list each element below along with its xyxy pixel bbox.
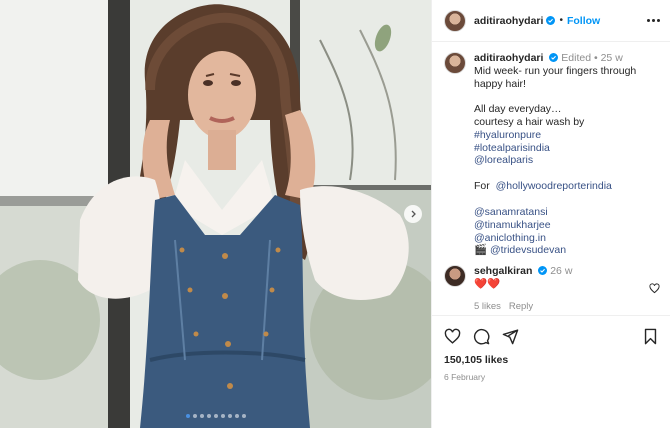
like-heart-icon[interactable] — [444, 328, 461, 345]
mention-link[interactable]: @tridevsudevan — [490, 244, 566, 256]
likes-count[interactable]: 150,105 likes — [444, 354, 658, 366]
comment-time[interactable]: 26 w — [550, 265, 572, 277]
verified-badge-icon — [538, 266, 548, 276]
instagram-post: aditiraohydari • Follow aditiraohydari E… — [0, 0, 670, 428]
post-date[interactable]: 6 February — [444, 372, 658, 382]
edited-label: Edited — [561, 52, 592, 64]
mention-link[interactable]: @aniclothing.in — [474, 232, 658, 245]
carousel-dot — [213, 414, 218, 418]
carousel-dot — [192, 414, 197, 418]
comment-text: ❤️❤️ — [474, 278, 501, 291]
comment-username[interactable]: sehgalkiran — [474, 265, 532, 277]
clapper-icon: 🎬 — [474, 244, 488, 257]
avatar[interactable] — [444, 9, 466, 32]
post-details-panel: aditiraohydari • Follow aditiraohydari E… — [431, 0, 670, 428]
post-actions: 150,105 likes 6 February — [432, 315, 670, 382]
avatar[interactable] — [444, 52, 466, 74]
carousel-dot — [220, 414, 225, 418]
chevron-right-icon — [411, 210, 416, 218]
hashtag-link[interactable]: #hyaluronpure — [474, 129, 658, 142]
carousel-dot — [199, 414, 204, 418]
mention-link[interactable]: @tinamukharjee — [474, 219, 658, 232]
caption-username[interactable]: aditiraohydari — [474, 52, 543, 64]
comment-body: sehgalkiran 26 w ❤️❤️ 5 likes Reply — [474, 265, 658, 313]
post-header: aditiraohydari • Follow — [432, 0, 670, 42]
hashtag-link[interactable]: #lotealparisindia — [474, 142, 658, 155]
caption: aditiraohydari Edited • 25 w Mid week- r… — [444, 52, 658, 257]
carousel-dot — [206, 414, 211, 418]
post-photo[interactable] — [0, 0, 431, 428]
carousel-next-button[interactable] — [404, 205, 422, 223]
avatar[interactable] — [444, 265, 466, 288]
carousel-dot — [241, 414, 246, 418]
header-username[interactable]: aditiraohydari — [474, 15, 543, 27]
more-options-icon[interactable] — [647, 19, 660, 22]
caption-time[interactable]: 25 w — [601, 52, 623, 64]
caption-body: aditiraohydari Edited • 25 w Mid week- r… — [474, 52, 658, 257]
carousel-indicator — [0, 414, 431, 418]
like-comment-heart-icon[interactable] — [649, 283, 660, 294]
comment-likes[interactable]: 5 likes — [474, 301, 501, 312]
verified-badge-icon — [546, 16, 556, 25]
carousel-dot — [227, 414, 232, 418]
carousel-dot — [185, 414, 190, 418]
caption-text: Mid week- run your fingers through happy… — [474, 64, 637, 128]
carousel-dot — [234, 414, 239, 418]
verified-badge-icon — [549, 53, 559, 62]
save-bookmark-icon[interactable] — [643, 328, 658, 345]
comment: sehgalkiran 26 w ❤️❤️ 5 likes Reply — [444, 265, 660, 313]
comment-meta: 5 likes Reply — [474, 300, 658, 313]
follow-button[interactable]: Follow — [567, 15, 600, 27]
reply-button[interactable]: Reply — [509, 301, 533, 312]
mention-link[interactable]: @sanamratansi — [474, 206, 658, 219]
comment-icon[interactable] — [473, 328, 490, 345]
portrait-image — [0, 0, 431, 428]
mention-link[interactable]: @lorealparis — [474, 154, 658, 167]
share-icon[interactable] — [502, 328, 519, 345]
header-separator: • — [559, 15, 563, 26]
for-label: For — [474, 180, 490, 193]
comments-section: aditiraohydari Edited • 25 w Mid week- r… — [432, 42, 670, 315]
mention-link[interactable]: @hollywoodreporterindia — [496, 180, 612, 192]
